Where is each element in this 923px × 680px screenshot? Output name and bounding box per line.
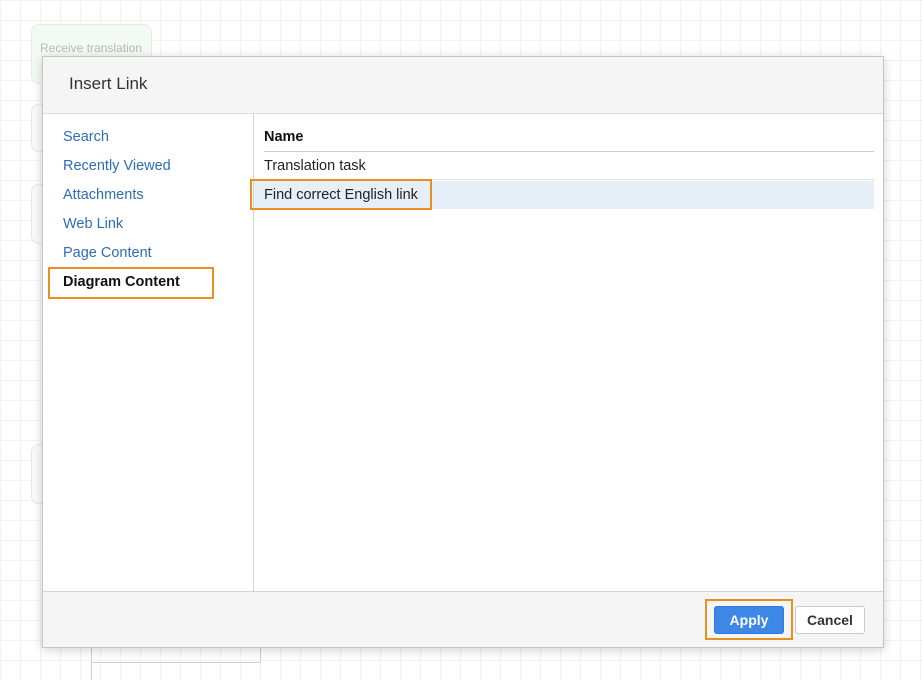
sidebar-item-diagram-content[interactable]: Diagram Content	[63, 274, 180, 290]
apply-button[interactable]: Apply	[714, 606, 784, 634]
sidebar-item-search[interactable]: Search	[63, 129, 109, 145]
cancel-button[interactable]: Cancel	[795, 606, 865, 634]
diagram-connector	[91, 648, 92, 680]
diagram-connector	[260, 648, 261, 663]
row-name: Translation task	[264, 158, 366, 174]
sidebar-item-web-link[interactable]: Web Link	[63, 216, 123, 232]
sidebar-item-page-content[interactable]: Page Content	[63, 245, 152, 261]
dialog-footer: Apply Cancel	[43, 591, 883, 647]
column-header-name: Name	[264, 129, 874, 152]
link-type-sidebar: Search Recently Viewed Attachments Web L…	[43, 113, 254, 593]
sidebar-item-recently-viewed[interactable]: Recently Viewed	[63, 158, 171, 174]
table-row-selected[interactable]: Find correct English link	[254, 181, 874, 209]
link-target-table: Name Translation task Find correct Engli…	[250, 113, 883, 593]
diagram-connector	[91, 662, 261, 663]
table-row[interactable]: Translation task	[254, 152, 874, 180]
dialog-title: Insert Link	[69, 74, 148, 93]
row-name: Find correct English link	[264, 187, 418, 203]
dialog-header: Insert Link	[43, 57, 883, 114]
sidebar-item-attachments[interactable]: Attachments	[63, 187, 144, 203]
diagram-node-label: Receive translation	[40, 41, 143, 55]
insert-link-dialog: Insert Link Search Recently Viewed Attac…	[42, 56, 884, 648]
